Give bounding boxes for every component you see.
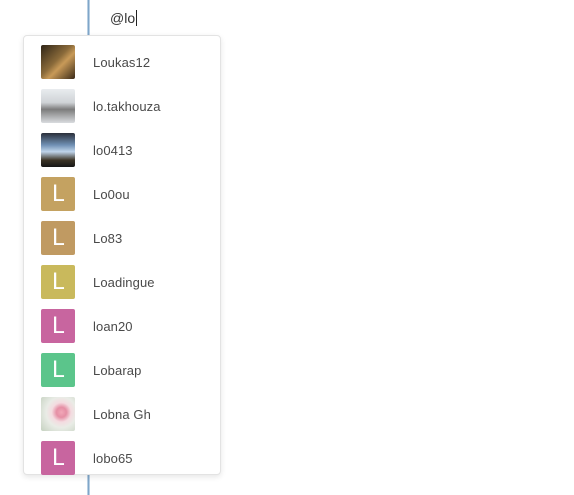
avatar xyxy=(41,89,75,123)
mention-username: loan20 xyxy=(93,318,133,334)
letter-avatar: L xyxy=(41,309,75,343)
mention-username: Lobarap xyxy=(93,362,142,378)
mention-item-lobarap[interactable]: L Lobarap xyxy=(24,348,220,392)
mention-username: Loukas12 xyxy=(93,54,151,70)
mention-username: lobo65 xyxy=(93,450,133,466)
mention-username: Lobna Gh xyxy=(93,406,151,422)
mention-item-loadingue[interactable]: L Loadingue xyxy=(24,260,220,304)
mention-username: Lo83 xyxy=(93,230,123,246)
text-caret xyxy=(136,10,138,26)
avatar xyxy=(41,397,75,431)
mention-username: Lo0ou xyxy=(93,186,130,202)
mention-item-lo83[interactable]: L Lo83 xyxy=(24,216,220,260)
letter-avatar: L xyxy=(41,221,75,255)
composer-text: @lo xyxy=(110,10,136,26)
mention-item-lo0ou[interactable]: L Lo0ou xyxy=(24,172,220,216)
letter-avatar: L xyxy=(41,441,75,475)
mention-username: Loadingue xyxy=(93,274,155,290)
mention-item-lo-takhouza[interactable]: lo.takhouza xyxy=(24,84,220,128)
mention-username: lo.takhouza xyxy=(93,98,161,114)
mention-item-loukas12[interactable]: Loukas12 xyxy=(24,40,220,84)
mention-item-loan20[interactable]: L loan20 xyxy=(24,304,220,348)
letter-avatar: L xyxy=(41,353,75,387)
letter-avatar: L xyxy=(41,177,75,211)
mention-username: lo0413 xyxy=(93,142,133,158)
message-composer[interactable]: @lo xyxy=(110,8,138,28)
letter-avatar: L xyxy=(41,265,75,299)
page: @lo Loukas12 lo.takhouza lo0413 L Lo0ou xyxy=(0,0,574,495)
mention-item-lo0413[interactable]: lo0413 xyxy=(24,128,220,172)
avatar xyxy=(41,45,75,79)
mention-item-lobo65[interactable]: L lobo65 xyxy=(24,436,220,480)
avatar xyxy=(41,133,75,167)
mention-item-lobna-gh[interactable]: Lobna Gh xyxy=(24,392,220,436)
mention-autocomplete-popup: Loukas12 lo.takhouza lo0413 L Lo0ou L Lo… xyxy=(23,35,221,475)
